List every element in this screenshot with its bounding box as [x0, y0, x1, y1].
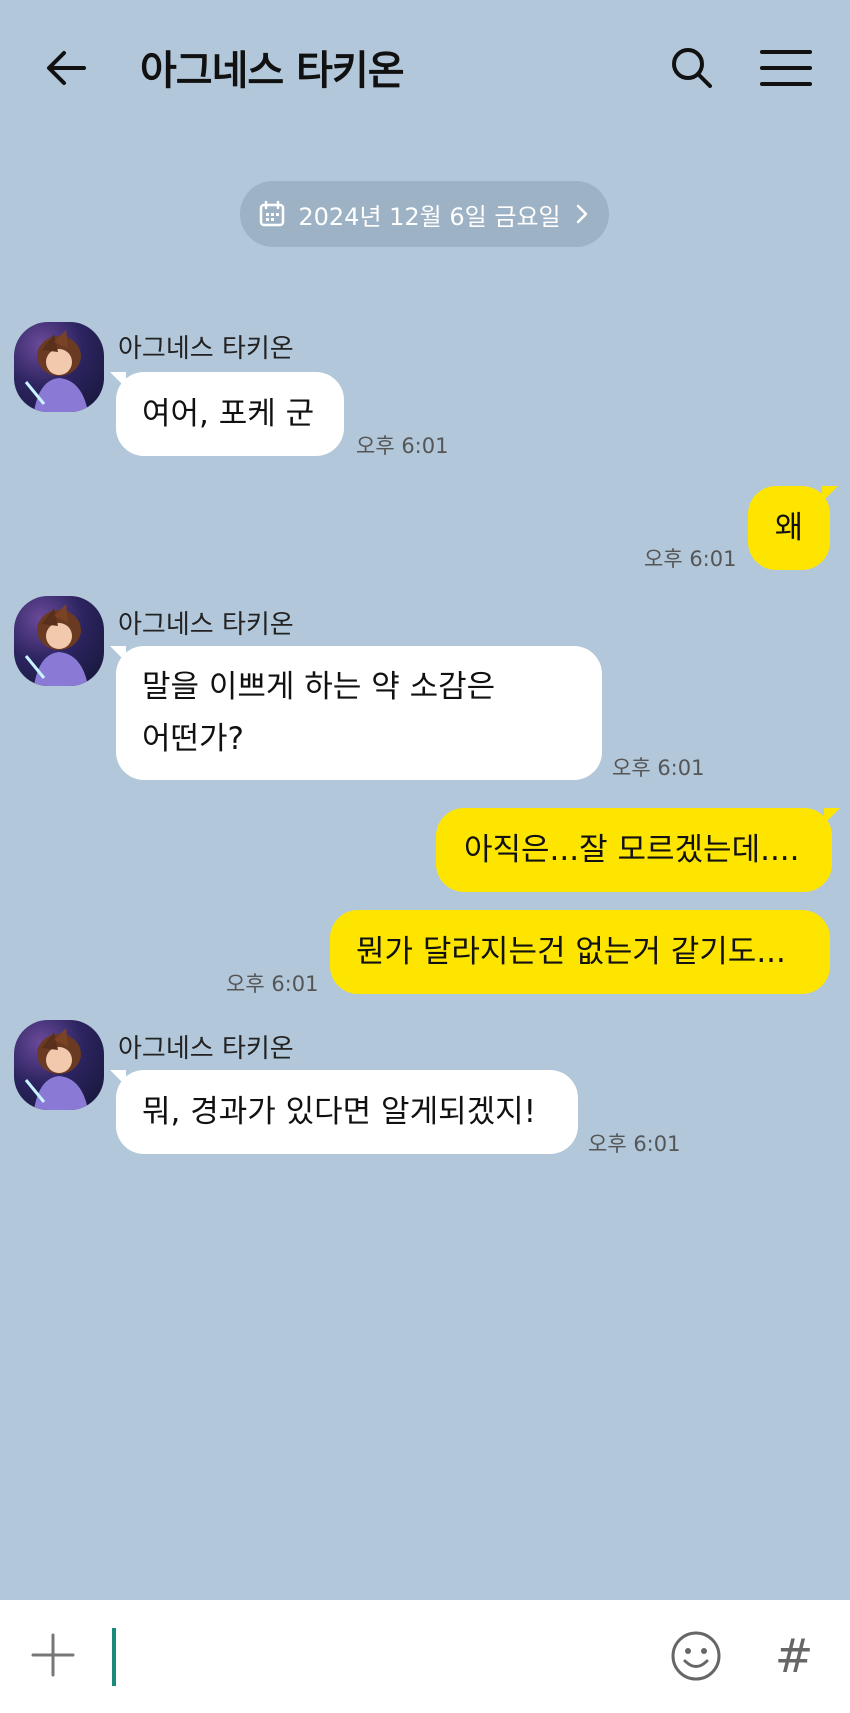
message-time: 오후 6:01: [612, 756, 705, 780]
search-icon: [672, 48, 712, 88]
date-divider[interactable]: 2024년 12월 6일 금요일: [240, 181, 609, 247]
chevron-right-icon: [576, 204, 587, 224]
back-button[interactable]: [40, 40, 96, 96]
chat-title: 아그네스 타키온: [140, 48, 405, 94]
emoji-button[interactable]: [668, 1628, 724, 1684]
message-bubble[interactable]: 여어, 포케 군: [116, 372, 344, 456]
hashtag-button[interactable]: #: [766, 1628, 822, 1684]
message-time: 오후 6:01: [226, 972, 319, 996]
message-bubble[interactable]: 뭔가 달라지는건 없는거 같기도...: [330, 910, 830, 994]
emoji-icon: [671, 1631, 721, 1681]
attach-button[interactable]: [28, 1630, 78, 1680]
avatar[interactable]: [14, 1020, 104, 1110]
sender-name: 아그네스 타키온: [118, 610, 294, 640]
avatar-image: [24, 330, 88, 412]
calendar-icon: [260, 200, 285, 227]
message-bubble[interactable]: 말을 이쁘게 하는 약 소감은 어떤가?: [116, 646, 602, 780]
message-bubble[interactable]: 뭐, 경과가 있다면 알게되겠지!: [116, 1070, 578, 1154]
message-input-bar: #: [0, 1600, 850, 1713]
message-time: 오후 6:01: [588, 1132, 681, 1156]
avatar[interactable]: [14, 596, 104, 686]
chat-header: 아그네스 타키온: [0, 0, 850, 135]
message-bubble[interactable]: 아직은...잘 모르겠는데....: [436, 808, 832, 892]
plus-icon: [31, 1633, 75, 1677]
avatar-image: [24, 604, 88, 686]
message-bubble[interactable]: 왜: [748, 486, 830, 570]
sender-name: 아그네스 타키온: [118, 334, 294, 364]
date-label: 2024년 12월 6일 금요일: [298, 202, 561, 231]
hamburger-menu-icon: [760, 50, 812, 86]
bubble-tail: [822, 486, 838, 502]
menu-button[interactable]: [756, 40, 816, 96]
message-time: 오후 6:01: [644, 547, 737, 571]
arrow-left-icon: [47, 51, 86, 85]
avatar[interactable]: [14, 322, 104, 412]
search-button[interactable]: [664, 40, 720, 96]
message-time: 오후 6:01: [356, 434, 449, 458]
text-caret: [112, 1628, 116, 1686]
message-input[interactable]: [112, 1622, 656, 1690]
bubble-tail: [824, 808, 840, 824]
sender-name: 아그네스 타키온: [118, 1034, 294, 1064]
avatar-image: [24, 1028, 88, 1110]
